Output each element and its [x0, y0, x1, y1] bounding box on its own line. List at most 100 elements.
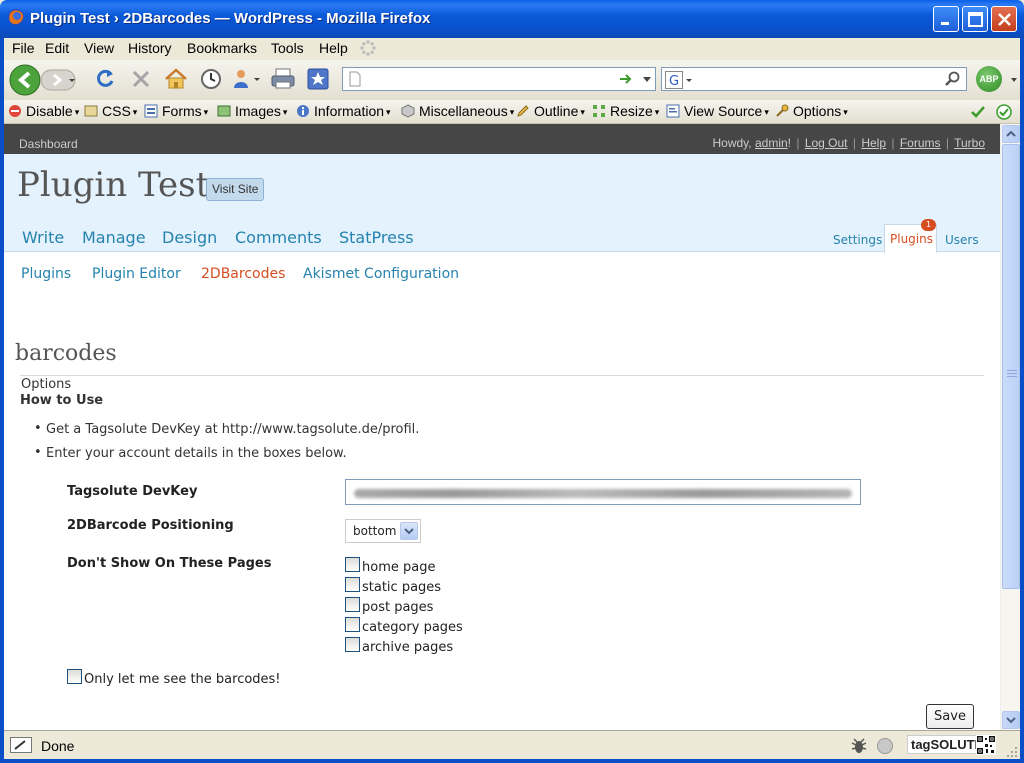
options-label: Options — [21, 377, 72, 392]
menu-bookmarks[interactable]: Bookmarks — [187, 40, 257, 56]
scroll-down-icon — [1006, 717, 1016, 724]
dev-outline-menu[interactable]: Outline ▾ — [516, 103, 585, 121]
instruction-item: Enter your account details in the boxes … — [34, 445, 347, 461]
back-button[interactable] — [9, 64, 41, 96]
web-developer-toolbar: Disable ▾ CSS ▾ Forms ▾ Images ▾ Information… — [4, 100, 1020, 124]
menu-tools[interactable]: Tools — [271, 40, 304, 56]
positioning-select[interactable]: bottom — [345, 519, 421, 543]
dev-disable-menu[interactable]: Disable ▾ — [8, 103, 79, 121]
forums-link[interactable]: Forums — [900, 136, 941, 150]
stop-icon[interactable] — [130, 68, 152, 90]
visit-site-button[interactable]: Visit Site — [206, 178, 265, 201]
tab-statpress[interactable]: StatPress — [339, 228, 414, 247]
devkey-label: Tagsolute DevKey — [67, 484, 198, 499]
dev-images-menu[interactable]: Images ▾ — [217, 103, 287, 121]
tab-settings[interactable]: Settings — [833, 233, 882, 247]
bookmark-star-icon[interactable] — [307, 68, 329, 90]
archive-pages-label: archive pages — [362, 640, 454, 655]
close-button[interactable] — [991, 6, 1017, 32]
post-pages-checkbox[interactable] — [345, 597, 360, 612]
scroll-up-button[interactable] — [1002, 125, 1020, 143]
scroll-up-icon — [1006, 130, 1016, 137]
window-title-bar[interactable]: Plugin Test › 2DBarcodes — WordPress - M… — [0, 0, 1024, 38]
dev-miscellaneous-menu[interactable]: Miscellaneous ▾ — [401, 103, 514, 121]
minimize-button[interactable] — [933, 6, 959, 32]
information-icon — [297, 105, 309, 117]
status-circle-icon[interactable] — [876, 737, 894, 755]
logout-link[interactable]: Log Out — [805, 136, 848, 150]
pencil-status-icon[interactable] — [10, 737, 32, 753]
admin-user-link[interactable]: admin — [755, 136, 788, 150]
disable-icon — [9, 105, 21, 117]
menu-view[interactable]: View — [84, 40, 114, 56]
submenu-plugin-editor[interactable]: Plugin Editor — [92, 266, 181, 282]
vertical-scrollbar[interactable] — [1000, 124, 1020, 730]
dev-information-menu[interactable]: Information ▾ — [296, 103, 391, 121]
url-dropdown-icon[interactable] — [643, 77, 651, 82]
dev-css-menu[interactable]: CSS ▾ — [84, 103, 137, 121]
only-me-checkbox[interactable] — [67, 669, 82, 684]
navigation-toolbar: G ABP — [4, 60, 1020, 100]
search-bar[interactable]: G — [661, 67, 967, 91]
css-icon — [84, 105, 98, 117]
resize-icon — [593, 105, 605, 117]
go-arrow-icon[interactable] — [619, 73, 633, 85]
home-page-checkbox[interactable] — [345, 557, 360, 572]
toolbar-chevron-icon[interactable] — [1011, 78, 1017, 82]
static-pages-checkbox[interactable] — [345, 577, 360, 592]
home-icon[interactable] — [164, 68, 188, 90]
firebug-icon[interactable] — [850, 737, 868, 755]
dev-options-menu[interactable]: Options ▾ — [775, 103, 848, 121]
dev-resize-menu[interactable]: Resize ▾ — [592, 103, 659, 121]
submenu-2dbarcodes[interactable]: 2DBarcodes — [201, 266, 285, 282]
submenu-akismet-configuration[interactable]: Akismet Configuration — [303, 266, 459, 282]
history-clock-icon[interactable] — [200, 68, 222, 90]
validate-check-icon[interactable] — [970, 104, 986, 120]
tab-design[interactable]: Design — [162, 228, 217, 247]
turbo-link[interactable]: Turbo — [954, 136, 985, 150]
wp-user-links: Howdy, admin! | Log Out | Help | Forums … — [712, 136, 986, 150]
devkey-input[interactable] — [345, 479, 861, 505]
tab-write[interactable]: Write — [22, 228, 64, 247]
page-icon — [349, 71, 361, 87]
tab-manage[interactable]: Manage — [82, 228, 146, 247]
save-button[interactable]: Save — [926, 704, 974, 729]
select-dropdown-button[interactable] — [400, 522, 418, 540]
scroll-thumb[interactable] — [1002, 144, 1020, 589]
menu-edit[interactable]: Edit — [45, 40, 69, 56]
category-pages-checkbox[interactable] — [345, 617, 360, 632]
tab-users[interactable]: Users — [945, 233, 979, 247]
static-pages-label: static pages — [362, 580, 442, 595]
help-link[interactable]: Help — [861, 136, 886, 150]
reload-icon[interactable] — [94, 68, 116, 90]
status-text: Done — [41, 738, 75, 754]
forward-button[interactable] — [41, 69, 79, 91]
menu-file[interactable]: File — [12, 40, 35, 56]
qr-code-icon[interactable] — [976, 735, 996, 755]
search-icon[interactable] — [945, 71, 961, 87]
tab-comments[interactable]: Comments — [235, 228, 322, 247]
google-engine-icon[interactable]: G — [665, 71, 693, 89]
dev-disable-label: Disable — [26, 103, 73, 119]
scroll-down-button[interactable] — [1002, 711, 1020, 729]
resize-grip-icon[interactable] — [1006, 746, 1018, 758]
adblock-plus-icon[interactable]: ABP — [976, 66, 1002, 92]
print-icon[interactable] — [271, 68, 295, 90]
dev-miscellaneous-label: Miscellaneous — [419, 103, 508, 119]
chevron-down-icon — [404, 528, 414, 535]
page-viewport: Dashboard Howdy, admin! | Log Out | Help… — [4, 124, 1000, 730]
menu-history[interactable]: History — [128, 40, 172, 56]
submenu-plugins[interactable]: Plugins — [21, 266, 71, 282]
validate-ok-icon[interactable] — [996, 104, 1012, 120]
menu-help[interactable]: Help — [319, 40, 348, 56]
dev-forms-menu[interactable]: Forms ▾ — [144, 103, 208, 121]
url-bar[interactable] — [342, 67, 656, 91]
maximize-button[interactable] — [962, 6, 988, 32]
dev-view-source-label: View Source — [684, 103, 763, 119]
dev-view-source-menu[interactable]: View Source ▾ — [666, 103, 769, 121]
howdy-suffix: ! — [787, 136, 791, 150]
user-icon[interactable] — [232, 68, 262, 90]
archive-pages-checkbox[interactable] — [345, 637, 360, 652]
dashboard-link[interactable]: Dashboard — [19, 137, 78, 151]
category-pages-label: category pages — [362, 620, 463, 635]
